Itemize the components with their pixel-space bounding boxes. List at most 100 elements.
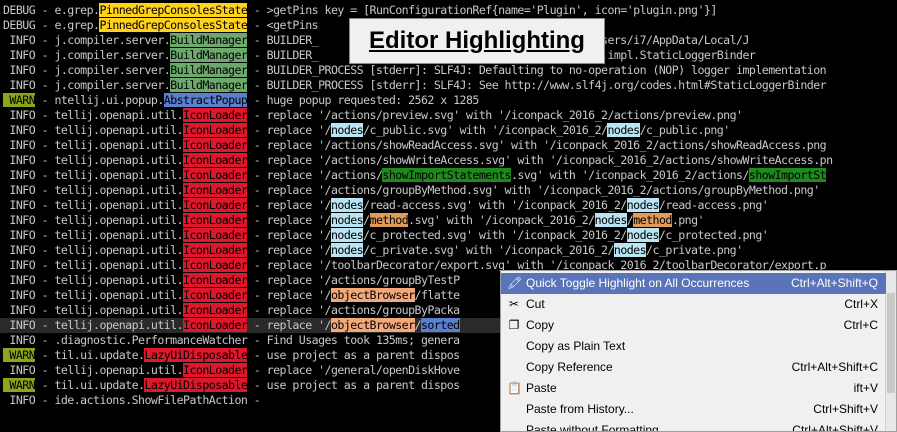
menu-item-shortcut: Ctrl+C xyxy=(843,318,878,332)
console-text: .png' xyxy=(671,213,705,227)
highlighted-token: method xyxy=(633,213,672,227)
console-line[interactable]: INFO - j.compiler.server.BuildManager - … xyxy=(3,78,827,93)
console-text: - replace '/ xyxy=(247,318,332,332)
console-text: INFO - tellij.openapi.util. xyxy=(3,288,184,302)
console-text: INFO - tellij.openapi.util. xyxy=(3,108,184,122)
scrollbar-thumb[interactable] xyxy=(887,293,895,393)
console-text: - ntellij.ui.popup. xyxy=(35,93,165,107)
menu-item-shortcut: ift+V xyxy=(853,381,878,395)
console-line[interactable]: INFO - tellij.openapi.util.IconLoader - … xyxy=(3,123,730,138)
menu-item-shortcut: Ctrl+Alt+Shift+C xyxy=(791,360,878,374)
menu-item-copy-reference[interactable]: Copy Reference Ctrl+Alt+Shift+C xyxy=(501,357,886,378)
console-text: - replace '/actions/showWriteAccess.svg'… xyxy=(247,153,833,167)
console-text: INFO - tellij.openapi.util. xyxy=(3,363,184,377)
console-line[interactable]: INFO - j.compiler.server.BuildManager - … xyxy=(3,63,827,78)
highlighted-token: LazyUiDisposable xyxy=(144,348,248,362)
highlighted-token: nodes xyxy=(626,228,659,242)
console-text: - replace '/actions/groupByTestP xyxy=(247,273,460,287)
highlighted-token: showImportStatements xyxy=(382,168,512,182)
highlighted-token: IconLoader xyxy=(183,168,248,182)
highlighted-token: IconLoader xyxy=(183,213,248,227)
highlighted-token: AbstractPopup xyxy=(163,93,248,107)
menu-item-quick-toggle-highlight-on-all-occurrences[interactable]: 🖍 Quick Toggle Highlight on All Occurrenc… xyxy=(501,273,886,294)
highlighted-token: PinnedGrepConsolesState xyxy=(99,18,248,32)
console-line[interactable]: INFO - tellij.openapi.util.IconLoader - … xyxy=(3,108,743,123)
menu-item-label: Copy as Plain Text xyxy=(526,339,626,353)
console-text: - replace '/actions/ xyxy=(247,168,383,182)
console-line[interactable]: WARN - til.ui.update.LazyUiDisposable - … xyxy=(3,348,460,363)
console-text: - til.ui.update. xyxy=(35,348,145,362)
menu-item-cut[interactable]: ✂ Cut Ctrl+X xyxy=(501,294,886,315)
title-overlay-text: Editor Highlighting xyxy=(369,27,585,54)
highlighted-token: IconLoader xyxy=(183,108,248,122)
console-text: INFO - j.compiler.server. xyxy=(3,33,171,47)
console-text: INFO - ide.actions.ShowFilePathAction - xyxy=(3,393,261,407)
console-text: INFO - tellij.openapi.util. xyxy=(3,123,184,137)
console-line[interactable]: INFO - tellij.openapi.util.IconLoader - … xyxy=(3,213,705,228)
console-text: INFO - tellij.openapi.util. xyxy=(3,183,184,197)
console-text: INFO - tellij.openapi.util. xyxy=(3,198,184,212)
console-text: INFO - tellij.openapi.util. xyxy=(3,243,184,257)
console-line[interactable]: DEBUG - e.grep.PinnedGrepConsolesState -… xyxy=(3,18,319,33)
menu-item-copy-as-plain-text[interactable]: Copy as Plain Text xyxy=(501,336,886,357)
highlighted-token: nodes xyxy=(607,123,640,137)
console-text: /read-access.svg' with '/iconpack_2016_2… xyxy=(363,198,627,212)
console-line[interactable]: INFO - tellij.openapi.util.IconLoader - … xyxy=(3,153,833,168)
highlighted-token: IconLoader xyxy=(183,228,248,242)
console-text: - til.ui.update. xyxy=(35,378,145,392)
highlighted-token: nodes xyxy=(330,243,364,257)
console-text: INFO - tellij.openapi.util. xyxy=(3,258,184,272)
scissors-icon: ✂ xyxy=(508,297,520,311)
console-line[interactable]: INFO - tellij.openapi.util.IconLoader - … xyxy=(3,303,460,318)
console-line[interactable]: INFO - tellij.openapi.util.IconLoader - … xyxy=(3,288,460,303)
console-text: INFO - tellij.openapi.util. xyxy=(3,303,184,317)
console-line[interactable]: INFO - tellij.openapi.util.IconLoader - … xyxy=(3,168,827,183)
console-text: - replace '/ xyxy=(247,228,332,242)
console-text: / xyxy=(363,213,370,227)
console-text: DEBUG - e.grep. xyxy=(3,3,100,17)
context-menu: 🖍 Quick Toggle Highlight on All Occurrenc… xyxy=(500,270,897,432)
console-text: /c_private.png' xyxy=(646,243,743,257)
copy-icon: ❐ xyxy=(508,318,520,332)
menu-item-paste[interactable]: 📋 Paste ift+V xyxy=(501,378,886,399)
highlighted-token: WARN xyxy=(3,378,36,392)
console-text: - huge popup requested: 2562 x 1285 xyxy=(247,93,480,107)
highlighted-token: nodes xyxy=(330,213,364,227)
console-text: - <getPins xyxy=(247,18,319,32)
console-text: INFO - tellij.openapi.util. xyxy=(3,168,184,182)
console-text: - use project as a parent dispos xyxy=(247,378,460,392)
console-line[interactable]: INFO - ide.actions.ShowFilePathAction - xyxy=(3,393,260,408)
highlighted-token: IconLoader xyxy=(183,258,248,272)
menu-item-paste-without-formatting[interactable]: Paste without Formatting Ctrl+Alt+Shift+V xyxy=(501,420,886,431)
console-text: /c_public.png' xyxy=(639,123,731,137)
console-line[interactable]: DEBUG - e.grep.PinnedGrepConsolesState -… xyxy=(3,3,717,18)
console-line[interactable]: WARN - til.ui.update.LazyUiDisposable - … xyxy=(3,378,460,393)
console-line[interactable]: INFO - .diagnostic.PerformanceWatcher - … xyxy=(3,333,460,348)
console-text: - BUILDER_PROCESS [stderr]: SLF4J: See h… xyxy=(247,78,827,92)
highlighted-token: IconLoader xyxy=(183,288,248,302)
console-line[interactable]: INFO - tellij.openapi.util.IconLoader - … xyxy=(3,243,743,258)
console-text: INFO - .diagnostic.PerformanceWatcher - … xyxy=(3,333,460,347)
highlighted-token: method xyxy=(369,213,409,227)
highlighted-token: IconLoader xyxy=(183,318,248,332)
highlighted-token: PinnedGrepConsolesState xyxy=(99,3,248,17)
context-menu-scrollbar[interactable] xyxy=(885,271,896,431)
console-text: INFO - j.compiler.server. xyxy=(3,78,171,92)
console-line[interactable]: INFO - tellij.openapi.util.IconLoader - … xyxy=(3,273,460,288)
console-line[interactable]: WARN - ntellij.ui.popup.AbstractPopup - … xyxy=(3,93,479,108)
console-line[interactable]: INFO - tellij.openapi.util.IconLoader - … xyxy=(3,183,820,198)
console-text: - replace '/ xyxy=(247,213,332,227)
console-text: /read-access.png' xyxy=(658,198,769,212)
console-line[interactable]: INFO - tellij.openapi.util.IconLoader - … xyxy=(3,228,769,243)
menu-item-paste-from-history[interactable]: Paste from History... Ctrl+Shift+V xyxy=(501,399,886,420)
console-line[interactable]: INFO - tellij.openapi.util.IconLoader - … xyxy=(3,198,769,213)
console-text: - replace '/general/openDiskHove xyxy=(247,363,460,377)
console-text: /c_protected.png' xyxy=(658,228,769,242)
menu-item-copy[interactable]: ❐ Copy Ctrl+C xyxy=(501,315,886,336)
highlighted-token: objectBrowser xyxy=(330,288,415,302)
highlighted-token: BuildManager xyxy=(170,33,248,47)
highlighted-token: IconLoader xyxy=(183,138,248,152)
console-line[interactable]: INFO - tellij.openapi.util.IconLoader - … xyxy=(3,363,460,378)
console-line[interactable]: INFO - tellij.openapi.util.IconLoader - … xyxy=(3,138,827,153)
console-text: - use project as a parent dispos xyxy=(247,348,460,362)
